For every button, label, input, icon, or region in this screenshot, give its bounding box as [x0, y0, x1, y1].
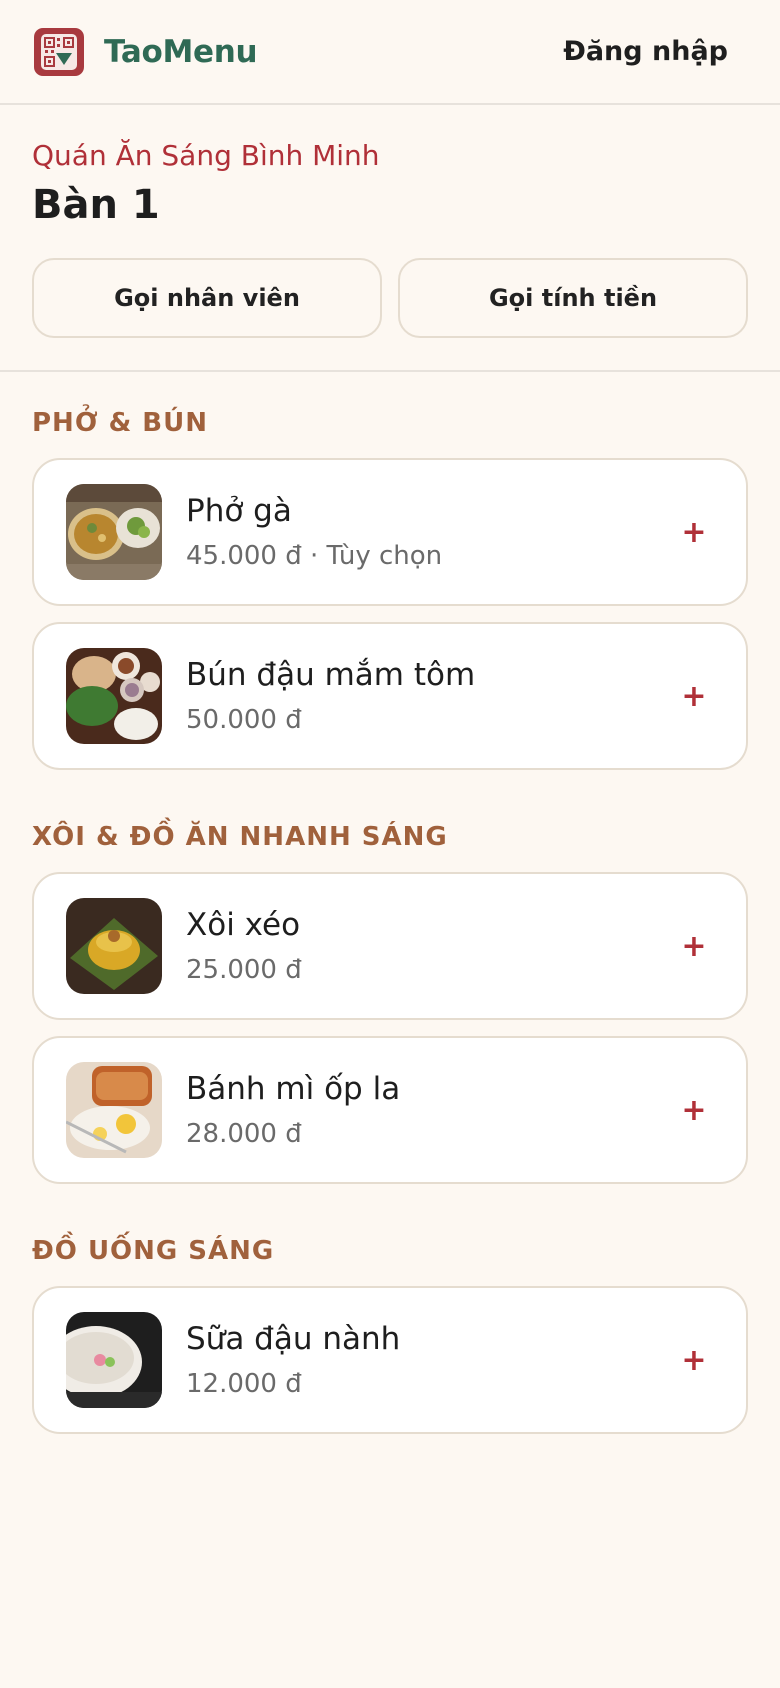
app-header: TaoMenu Đăng nhập [0, 0, 780, 105]
login-link[interactable]: Đăng nhập [563, 36, 728, 67]
item-price: 12.000 đ [186, 1369, 302, 1399]
item-price: 25.000 đ [186, 955, 302, 985]
menu-item[interactable]: Bánh mì ốp la 28.000 đ + [32, 1036, 748, 1184]
item-info: Bánh mì ốp la 28.000 đ [186, 1071, 672, 1149]
qr-menu-logo-icon [34, 27, 84, 76]
item-name: Bún đậu mắm tôm [186, 657, 476, 693]
item-info: Xôi xéo 25.000 đ [186, 907, 672, 985]
item-photo-banh-mi-op-la [66, 1062, 162, 1158]
menu-item[interactable]: Sữa đậu nành 12.000 đ + [32, 1286, 748, 1434]
category-title: PHỞ & BÚN [32, 408, 208, 438]
item-price: 50.000 đ [186, 705, 302, 735]
plus-icon[interactable]: + [672, 1088, 716, 1132]
venue-section: Quán Ăn Sáng Bình Minh Bàn 1 Gọi nhân vi… [0, 105, 780, 372]
table-name: Bàn 1 [32, 182, 160, 228]
category-title: XÔI & ĐỒ ĂN NHANH SÁNG [32, 822, 448, 852]
item-name: Bánh mì ốp la [186, 1071, 401, 1107]
plus-icon[interactable]: + [672, 674, 716, 718]
plus-icon[interactable]: + [672, 510, 716, 554]
item-name: Phở gà [186, 493, 292, 529]
item-photo-sua-dau-nanh [66, 1312, 162, 1408]
brand-name: TaoMenu [104, 33, 258, 70]
plus-icon[interactable]: + [672, 1338, 716, 1382]
item-info: Phở gà 45.000 đ · Tùy chọn [186, 493, 672, 571]
item-name: Xôi xéo [186, 907, 301, 943]
menu-item[interactable]: Bún đậu mắm tôm 50.000 đ + [32, 622, 748, 770]
item-photo-pho-ga [66, 484, 162, 580]
plus-icon[interactable]: + [672, 924, 716, 968]
menu-item[interactable]: Xôi xéo 25.000 đ + [32, 872, 748, 1020]
call-bill-button[interactable]: Gọi tính tiền [398, 258, 748, 338]
venue-name: Quán Ăn Sáng Bình Minh [32, 139, 380, 172]
item-info: Sữa đậu nành 12.000 đ [186, 1321, 672, 1399]
brand[interactable]: TaoMenu [34, 27, 258, 76]
category-title: ĐỒ UỐNG SÁNG [32, 1236, 275, 1266]
venue-actions: Gọi nhân viên Gọi tính tiền [32, 258, 748, 338]
menu-item[interactable]: Phở gà 45.000 đ · Tùy chọn + [32, 458, 748, 606]
item-name: Sữa đậu nành [186, 1321, 401, 1357]
item-info: Bún đậu mắm tôm 50.000 đ [186, 657, 672, 735]
menu: PHỞ & BÚN Phở gà 45.000 đ · Tùy chọn + B… [0, 408, 780, 1434]
item-price: 28.000 đ [186, 1119, 302, 1149]
item-price: 45.000 đ · Tùy chọn [186, 541, 443, 571]
item-photo-bun-dau [66, 648, 162, 744]
call-staff-button[interactable]: Gọi nhân viên [32, 258, 382, 338]
item-photo-xoi-xeo [66, 898, 162, 994]
